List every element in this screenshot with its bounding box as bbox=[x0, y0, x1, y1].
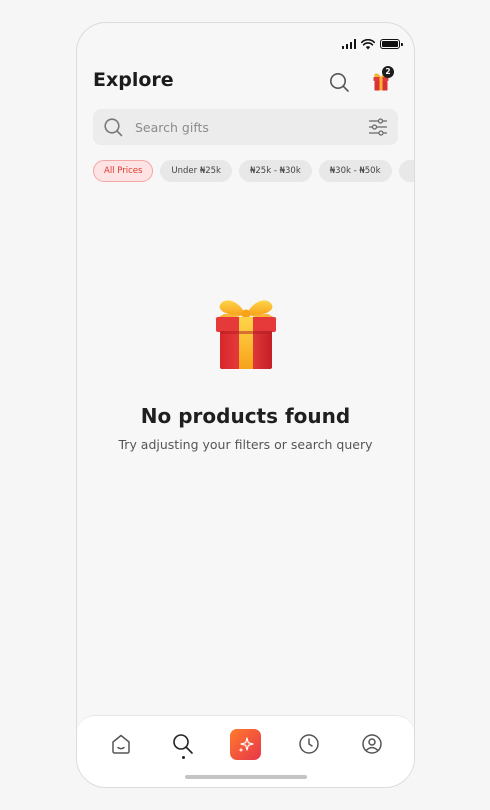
battery-icon bbox=[380, 39, 403, 49]
phone-frame: Explore 2 Search gifts All Prices Under … bbox=[76, 22, 415, 788]
gift-box-illustration bbox=[214, 300, 277, 369]
bottom-nav bbox=[77, 715, 414, 787]
page-title: Explore bbox=[93, 69, 174, 91]
home-indicator bbox=[185, 775, 307, 779]
wifi-icon bbox=[361, 38, 375, 49]
search-nav-icon[interactable] bbox=[171, 732, 195, 756]
empty-state-subtitle: Try adjusting your filters or search que… bbox=[118, 437, 373, 452]
ai-sparkle-button[interactable] bbox=[230, 729, 261, 760]
sparkle-icon bbox=[238, 736, 254, 752]
status-bar bbox=[341, 37, 403, 51]
chip-more[interactable] bbox=[398, 160, 414, 182]
empty-state-title: No products found bbox=[140, 404, 351, 428]
signal-icon bbox=[341, 39, 356, 49]
search-input[interactable] bbox=[135, 119, 368, 135]
price-filter-chips: All Prices Under ₦25k ₦25k - ₦30k ₦30k -… bbox=[93, 160, 414, 182]
profile-icon[interactable] bbox=[360, 732, 384, 756]
cart-count-badge: 2 bbox=[382, 66, 394, 78]
chip-30k-50k[interactable]: ₦30k - ₦50k bbox=[318, 160, 392, 182]
home-icon[interactable] bbox=[109, 732, 133, 756]
filter-sliders-icon[interactable] bbox=[368, 117, 388, 137]
active-tab-indicator bbox=[182, 756, 185, 759]
chip-under-25k[interactable]: Under ₦25k bbox=[160, 160, 232, 182]
search-icon[interactable] bbox=[328, 71, 350, 93]
chip-25k-30k[interactable]: ₦25k - ₦30k bbox=[238, 160, 312, 182]
clock-icon[interactable] bbox=[297, 732, 321, 756]
header: Explore 2 bbox=[93, 66, 398, 95]
search-icon bbox=[104, 118, 123, 137]
gift-cart-button[interactable]: 2 bbox=[369, 66, 394, 93]
chip-all-prices[interactable]: All Prices bbox=[93, 160, 154, 182]
search-bar bbox=[93, 109, 398, 145]
empty-state: No products found Try adjusting your fil… bbox=[77, 293, 414, 452]
